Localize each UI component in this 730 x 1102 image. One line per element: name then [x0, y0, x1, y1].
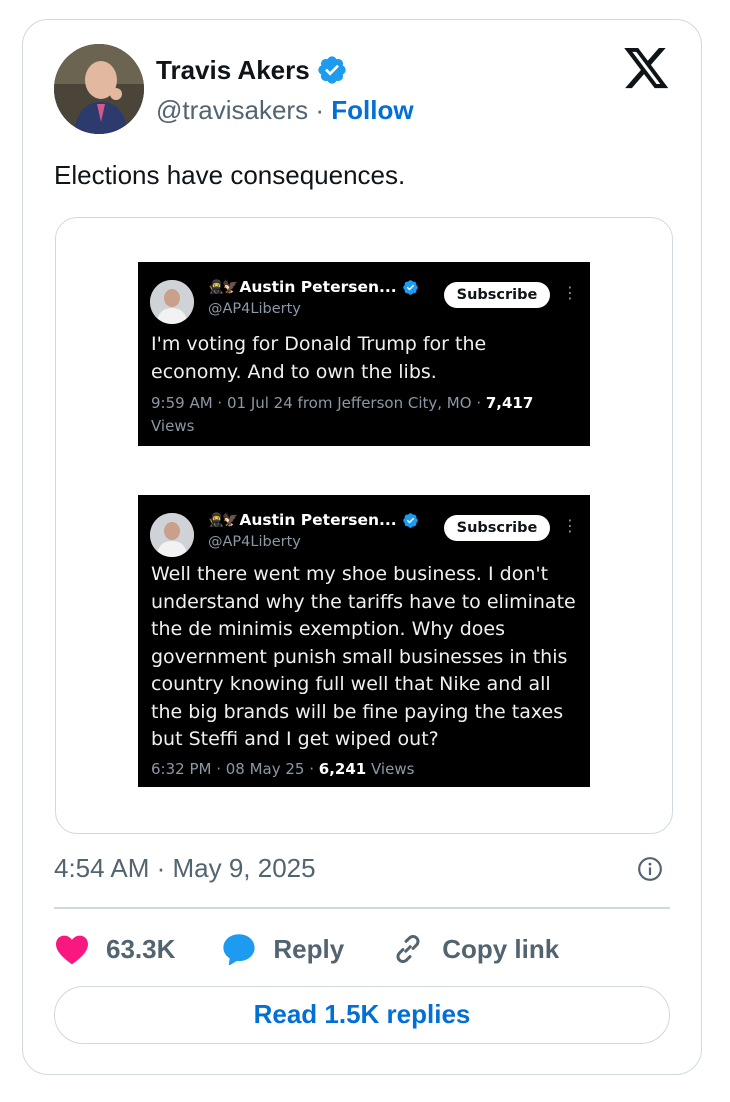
verified-badge-icon: [402, 279, 418, 295]
embedded-name: Austin Petersen...: [239, 278, 397, 296]
like-count: 63.3K: [106, 933, 176, 964]
tweet-timestamp[interactable]: 4:54 AM · May 9, 2025: [54, 853, 316, 884]
reply-label: Reply: [273, 933, 345, 964]
read-replies-button[interactable]: Read 1.5K replies: [54, 986, 670, 1044]
embedded-post-time: 9:59 AM · 01 Jul 24 from Jefferson City,…: [151, 394, 486, 412]
embedded-screenshot-2: 🥷🦅 Austin Petersen... @AP4Liberty Subscr…: [138, 495, 590, 787]
embedded-views-count: 6,241: [318, 760, 367, 778]
tweet-embed-card: Travis Akers @travisakers · Follow Elect…: [22, 19, 702, 1075]
follow-button[interactable]: Follow: [331, 95, 413, 125]
heart-icon: [56, 935, 88, 965]
embedded-name-row: 🥷🦅 Austin Petersen...: [208, 511, 419, 529]
embedded-name-row: 🥷🦅 Austin Petersen...: [208, 278, 419, 296]
embedded-subscribe-button: Subscribe: [444, 282, 550, 308]
more-options-icon: ⋮: [562, 283, 578, 302]
author-handle-row: @travisakers · Follow: [156, 95, 414, 126]
embedded-views-label: Views: [366, 760, 415, 778]
embedded-handle: @AP4Liberty: [208, 301, 301, 317]
embedded-post-time: 6:32 PM · 08 May 25 ·: [151, 760, 319, 778]
embedded-views-label: Views: [151, 417, 195, 435]
embedded-screenshot-1: 🥷🦅 Austin Petersen... @AP4Liberty Subscr…: [138, 262, 590, 446]
embedded-avatar: [150, 280, 194, 324]
info-icon[interactable]: [637, 856, 663, 882]
reply-button[interactable]: Reply: [221, 931, 344, 967]
author-name[interactable]: Travis Akers: [156, 55, 310, 86]
verified-badge-icon: [402, 512, 418, 528]
embedded-post-meta: 9:59 AM · 01 Jul 24 from Jefferson City,…: [151, 392, 571, 438]
embedded-post-text: I'm voting for Donald Trump for the econ…: [151, 333, 487, 383]
like-button[interactable]: 63.3K: [54, 933, 175, 965]
tweet-text: Elections have consequences.: [54, 160, 406, 190]
divider: [54, 907, 670, 909]
embedded-views-count: 7,417: [485, 394, 534, 412]
separator-dot: ·: [315, 95, 324, 125]
x-logo-icon[interactable]: [624, 48, 670, 90]
verified-badge-icon: [318, 56, 346, 84]
author-name-row: Travis Akers: [156, 54, 348, 86]
more-options-icon: ⋮: [562, 516, 578, 535]
tweet-media[interactable]: 🥷🦅 Austin Petersen... @AP4Liberty Subscr…: [55, 217, 673, 834]
action-bar: 63.3K Reply Copy link: [54, 929, 605, 969]
embedded-subscribe-button: Subscribe: [444, 515, 550, 541]
author-avatar[interactable]: [54, 44, 144, 134]
embedded-name: Austin Petersen...: [239, 511, 397, 529]
embedded-post-text: Well there went my shoe business. I don'…: [151, 563, 576, 750]
embedded-avatar: [150, 513, 194, 557]
author-handle[interactable]: @travisakers: [156, 95, 308, 125]
embedded-post-meta: 6:32 PM · 08 May 25 · 6,241 Views: [151, 758, 571, 781]
link-icon: [396, 934, 420, 964]
reply-bubble-icon: [223, 934, 255, 966]
copy-link-label: Copy link: [442, 933, 560, 964]
embedded-name-emoji: 🥷🦅: [208, 279, 238, 295]
embedded-name-emoji: 🥷🦅: [208, 512, 238, 528]
embedded-handle: @AP4Liberty: [208, 534, 301, 550]
copy-link-button[interactable]: Copy link: [390, 931, 559, 967]
